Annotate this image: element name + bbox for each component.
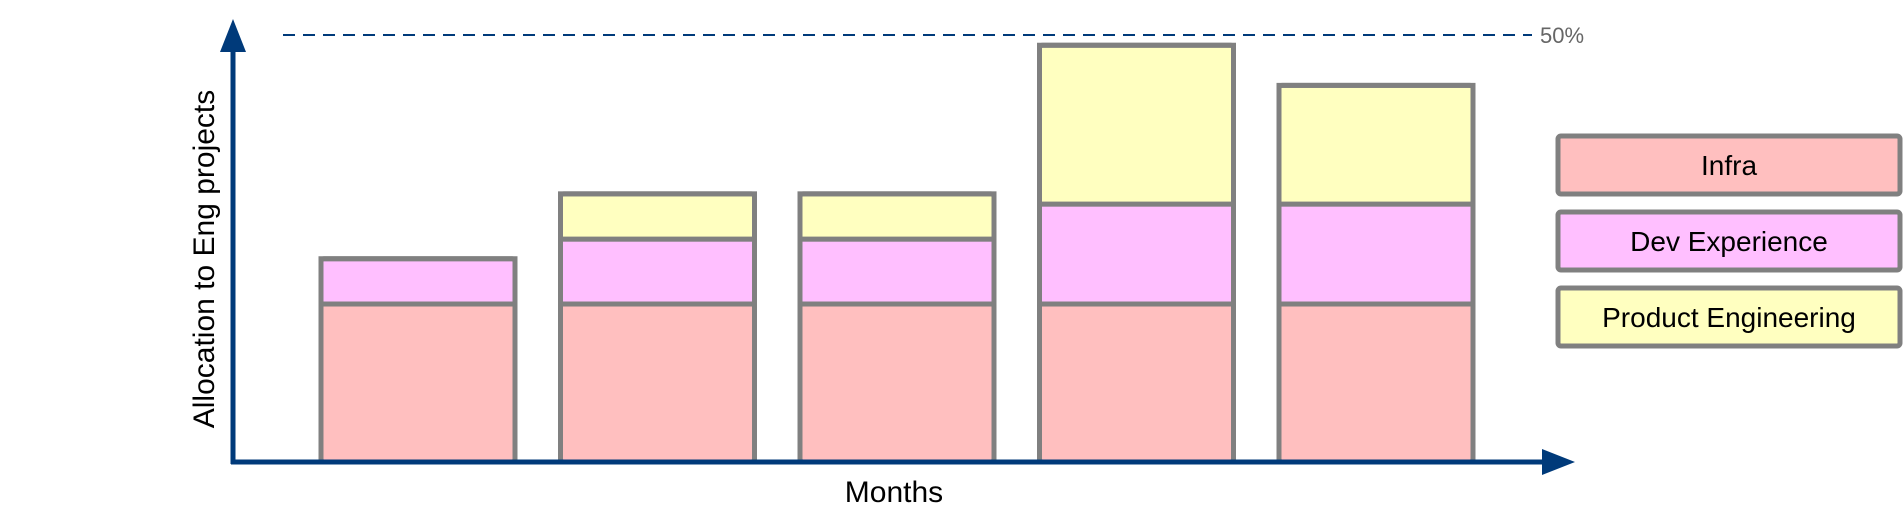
bar-segment-product-engineering: [797, 191, 997, 242]
stacked-bar-chart: 50% Allocation to Eng projects Months In…: [188, 19, 1903, 509]
bar-segment-dev-experience: [1037, 201, 1236, 307]
bar-segment-infra: [1276, 301, 1476, 465]
legend-item: Product Engineering: [1555, 285, 1903, 349]
legend-label: Dev Experience: [1630, 226, 1828, 257]
bar-segment-infra: [558, 301, 757, 465]
legend-label: Infra: [1701, 150, 1757, 181]
bar-stack: [558, 191, 757, 465]
bar-segment-product-engineering: [558, 191, 757, 242]
bar-segment-product-engineering: [1276, 82, 1476, 207]
x-axis-arrow-icon: [1542, 449, 1575, 475]
reference-line-label: 50%: [1540, 23, 1584, 48]
bar-segment-infra: [797, 301, 997, 465]
bars-group: [318, 42, 1476, 465]
bar-segment-infra: [1037, 301, 1236, 465]
legend-label: Product Engineering: [1602, 302, 1856, 333]
legend-item: Dev Experience: [1555, 209, 1903, 273]
bar-stack: [318, 256, 518, 465]
bar-segment-dev-experience: [558, 236, 757, 307]
x-axis-title: Months: [845, 476, 943, 509]
bar-segment-product-engineering: [1037, 42, 1236, 207]
legend: Infra Dev Experience Product Engineering: [1555, 133, 1903, 349]
bar-stack: [797, 191, 997, 465]
bar-stack: [1276, 82, 1476, 465]
bar-segment-dev-experience: [1276, 201, 1476, 307]
y-axis-title: Allocation to Eng projects: [188, 90, 221, 429]
bar-segment-dev-experience: [797, 236, 997, 307]
bar-segment-dev-experience: [318, 256, 518, 307]
bar-segment-infra: [318, 301, 518, 465]
legend-item: Infra: [1555, 133, 1903, 197]
bar-stack: [1037, 42, 1236, 465]
y-axis-arrow-icon: [220, 19, 246, 52]
